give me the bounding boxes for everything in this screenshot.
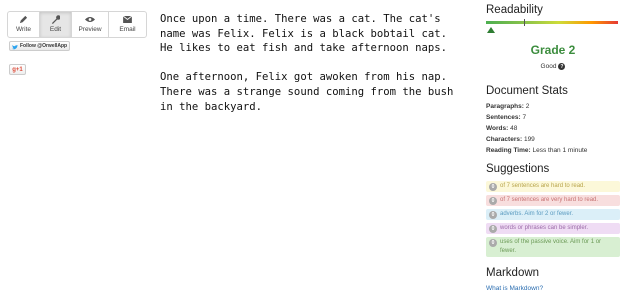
stat-words: Words: 48 (486, 125, 518, 132)
stat-sentences: Sentences: 7 (486, 114, 527, 121)
markdown-heading: Markdown (486, 267, 540, 279)
grade-level: Grade 2 (530, 43, 576, 57)
suggestion-text: adverbs. Aim for 2 or fewer. (500, 211, 574, 217)
write-label: Write (15, 26, 32, 33)
google-plus-one-button[interactable]: g+1 (9, 64, 26, 75)
suggestion-passive-voice[interactable]: 0 uses of the passive voice. Aim for 1 o… (486, 237, 620, 257)
suggestion-adverbs[interactable]: 0 adverbs. Aim for 2 or fewer. (486, 209, 620, 220)
suggestions-heading: Suggestions (486, 163, 550, 175)
editor-paragraph: Once upon a time. There was a cat. The c… (160, 13, 448, 55)
edit-label: Edit (49, 26, 62, 33)
editor-text-area[interactable]: Once upon a time. There was a cat. The c… (160, 12, 460, 129)
follow-label: Follow @OrwellApp (20, 43, 68, 49)
rating-label: Good (540, 63, 557, 70)
envelope-icon (122, 14, 134, 24)
eye-icon (84, 14, 96, 24)
readability-heading: Readability (486, 4, 543, 16)
twitter-bird-icon (12, 37, 18, 55)
count-badge: 0 (489, 211, 497, 219)
twitter-follow-button[interactable]: Follow @OrwellApp (9, 41, 70, 51)
suggestion-text: of 7 sentences are very hard to read. (500, 197, 599, 203)
editor-paragraph: One afternoon, Felix got awoken from his… (160, 71, 454, 113)
count-badge: 0 (489, 183, 497, 191)
stat-characters: Characters: 199 (486, 136, 535, 143)
suggestion-text: words or phrases can be simpler. (500, 225, 589, 231)
meter-tick (524, 19, 525, 26)
suggestion-text: of 7 sentences are hard to read. (500, 183, 586, 189)
email-button[interactable]: Email (109, 12, 146, 37)
suggestion-text: uses of the passive voice. Aim for 1 or … (500, 239, 602, 254)
wrench-icon (50, 14, 62, 24)
mode-toolbar: Write Edit Preview Email (7, 11, 147, 38)
count-badge: 0 (489, 225, 497, 233)
suggestion-hard-sentences[interactable]: 0 of 7 sentences are hard to read. (486, 181, 620, 192)
stat-paragraphs: Paragraphs: 2 (486, 103, 530, 110)
email-label: Email (119, 26, 136, 33)
meter-marker-icon (487, 27, 495, 33)
write-button[interactable]: Write (8, 12, 40, 37)
count-badge: 0 (489, 239, 497, 247)
preview-label: Preview (78, 26, 102, 33)
question-circle-icon[interactable]: ? (558, 63, 566, 70)
preview-button[interactable]: Preview (72, 12, 109, 37)
document-stats-heading: Document Stats (486, 85, 568, 97)
suggestion-very-hard-sentences[interactable]: 0 of 7 sentences are very hard to read. (486, 195, 620, 206)
readability-rating: Good ? (486, 63, 620, 70)
suggestion-simpler-words[interactable]: 0 words or phrases can be simpler. (486, 223, 620, 234)
pencil-icon (18, 14, 30, 24)
stat-reading-time: Reading Time: Less than 1 minute (486, 147, 588, 154)
count-badge: 0 (489, 197, 497, 205)
edit-button[interactable]: Edit (40, 12, 72, 37)
what-is-markdown-link[interactable]: What is Markdown? (486, 285, 543, 292)
readability-meter (486, 21, 618, 24)
